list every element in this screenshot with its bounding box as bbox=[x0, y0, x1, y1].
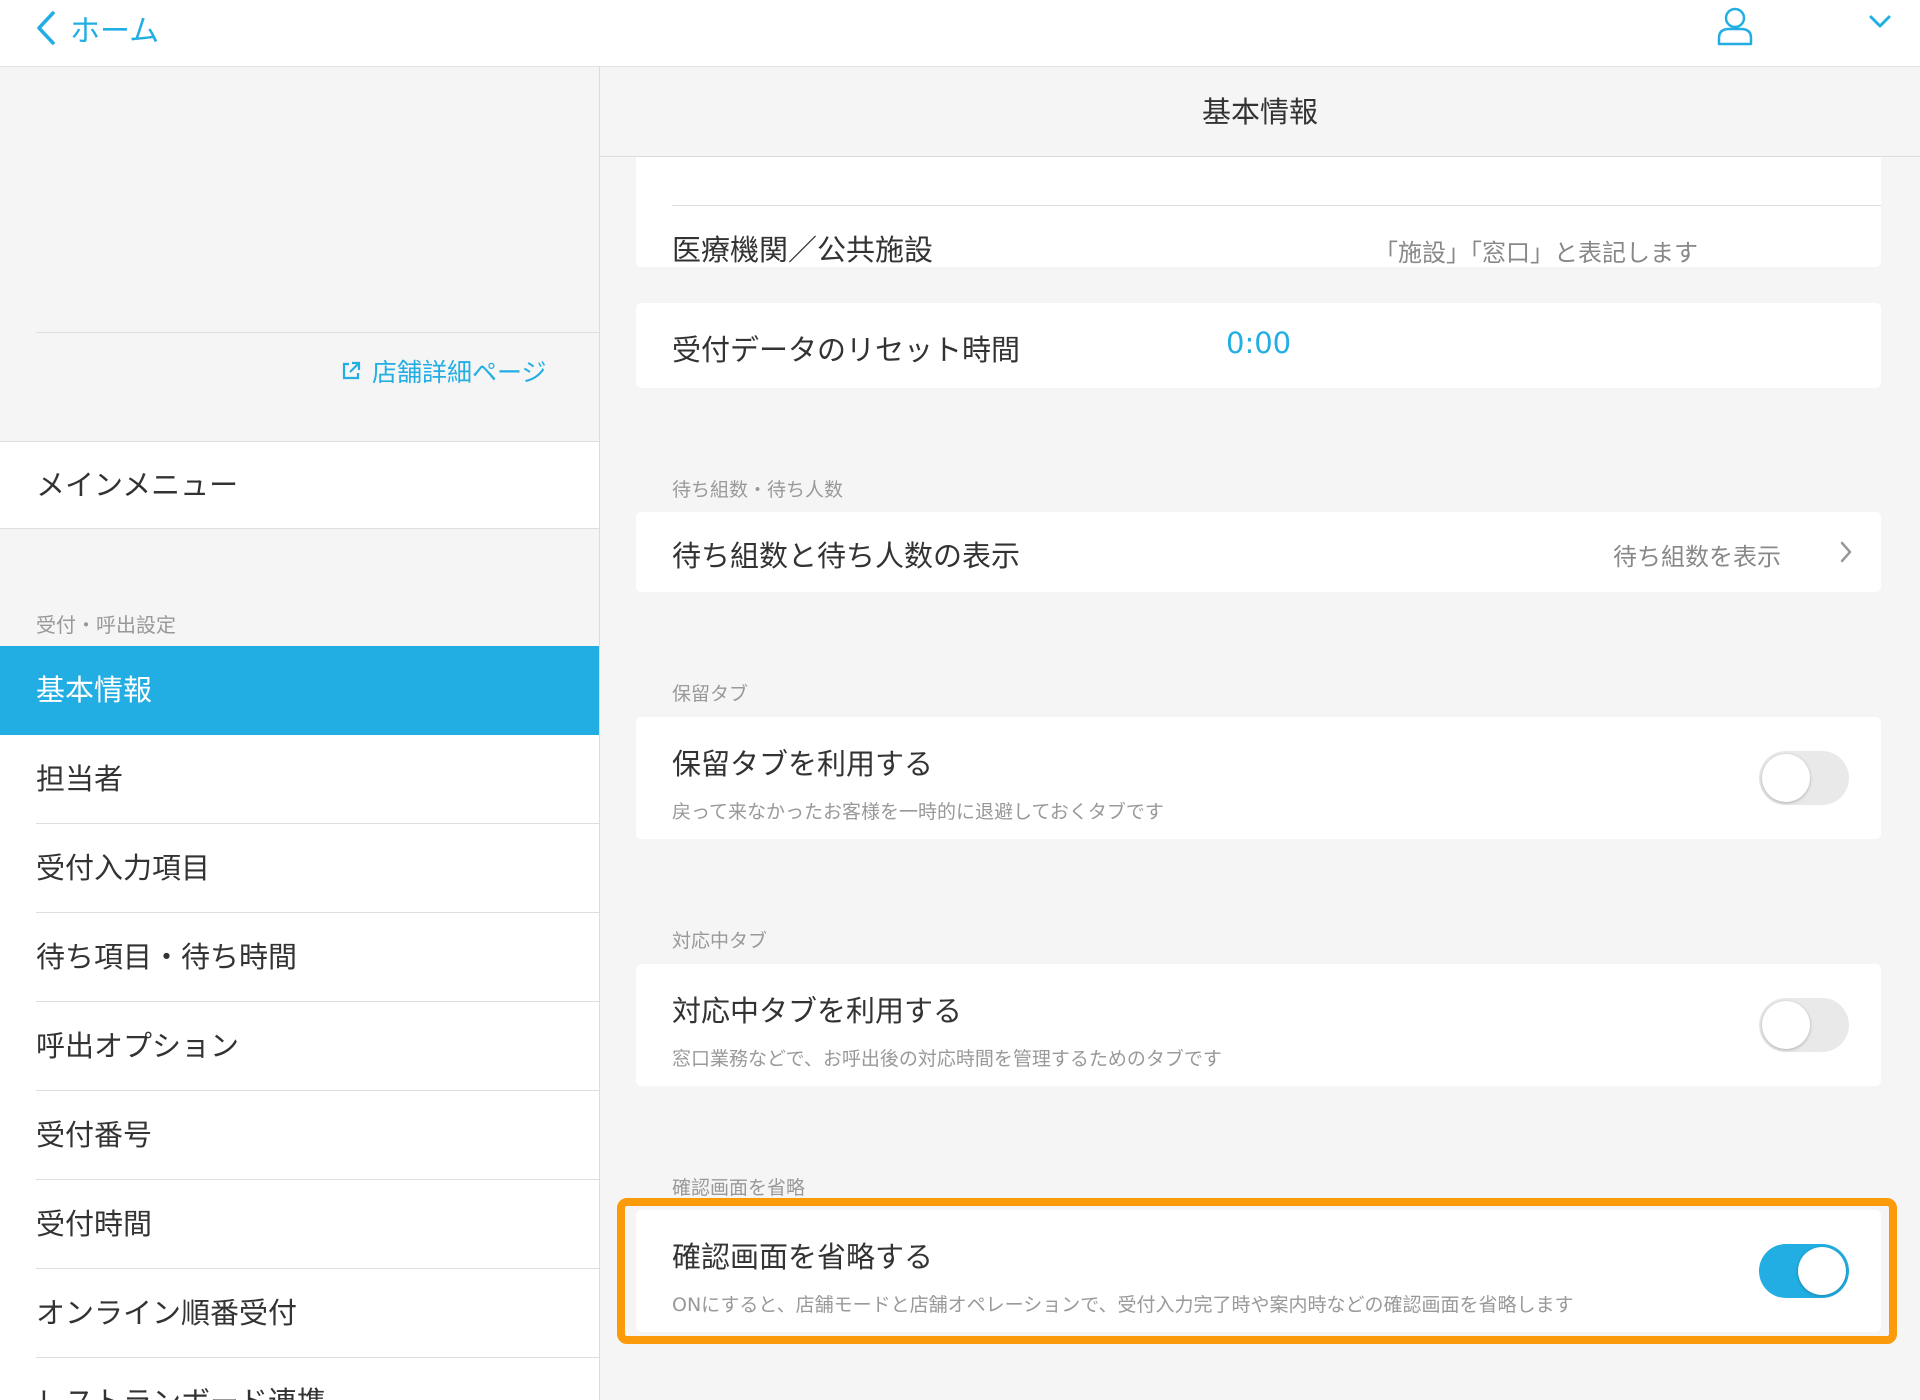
sidebar-list: 基本情報 担当者 受付入力項目 待ち項目・待ち時間 呼出オプション 受付番号 受… bbox=[0, 646, 599, 1400]
chevron-right-icon bbox=[1840, 541, 1852, 563]
skip-confirm-description: ONにすると、店舗モードと店舗オペレーションで、受付入力完了時や案内時などの確認… bbox=[672, 1294, 1574, 1316]
sidebar-item-basic-info[interactable]: 基本情報 bbox=[0, 646, 599, 735]
inprogress-tab-toggle[interactable] bbox=[1759, 998, 1849, 1052]
skip-confirm-section-label: 確認画面を省略 bbox=[672, 1177, 806, 1199]
sidebar-section-label: 受付・呼出設定 bbox=[36, 613, 176, 637]
divider bbox=[672, 205, 1881, 206]
chevron-down-icon[interactable] bbox=[1868, 14, 1892, 30]
back-label: ホーム bbox=[70, 14, 160, 49]
sidebar-item-online-queue[interactable]: オンライン順番受付 bbox=[0, 1269, 599, 1358]
store-detail-link[interactable]: 店舗詳細ページ bbox=[340, 353, 547, 389]
top-bar: ホーム bbox=[0, 0, 1920, 67]
sidebar-item-ticket-number[interactable]: 受付番号 bbox=[0, 1091, 599, 1180]
skip-confirm-card: 確認画面を省略する ONにすると、店舗モードと店舗オペレーションで、受付入力完了… bbox=[636, 1210, 1881, 1332]
sidebar-item-staff[interactable]: 担当者 bbox=[0, 735, 599, 824]
facility-type-value: 「施設」「窓口」と表記します bbox=[1374, 239, 1698, 267]
skip-confirm-title: 確認画面を省略する bbox=[672, 1240, 934, 1274]
waiting-section-label: 待ち組数・待ち人数 bbox=[672, 479, 844, 501]
inprogress-tab-title: 対応中タブを利用する bbox=[672, 994, 963, 1028]
sidebar-item-call-options[interactable]: 呼出オプション bbox=[0, 1002, 599, 1091]
reset-time-card[interactable]: 受付データのリセット時間 0:00 bbox=[636, 303, 1881, 388]
sidebar-item-wait-items[interactable]: 待ち項目・待ち時間 bbox=[0, 913, 599, 1002]
hold-tab-description: 戻って来なかったお客様を一時的に退避しておくタブです bbox=[672, 801, 1164, 823]
page-title: 基本情報 bbox=[600, 67, 1920, 157]
main-menu-item[interactable]: メインメニュー bbox=[0, 441, 599, 529]
hold-tab-toggle[interactable] bbox=[1759, 751, 1849, 805]
sidebar: 店舗詳細ページ メインメニュー 受付・呼出設定 基本情報 担当者 受付入力項目 … bbox=[0, 67, 600, 1400]
toggle-knob bbox=[1762, 1001, 1810, 1049]
user-icon[interactable] bbox=[1716, 6, 1754, 46]
store-detail-label: 店舗詳細ページ bbox=[372, 358, 547, 387]
sidebar-item-reception-hours[interactable]: 受付時間 bbox=[0, 1180, 599, 1269]
waiting-display-value: 待ち組数を表示 bbox=[1613, 543, 1781, 571]
waiting-display-title: 待ち組数と待ち人数の表示 bbox=[672, 539, 1021, 573]
toggle-knob bbox=[1798, 1247, 1846, 1295]
toggle-knob bbox=[1762, 754, 1810, 802]
skip-confirm-toggle[interactable] bbox=[1759, 1244, 1849, 1298]
hold-tab-title: 保留タブを利用する bbox=[672, 747, 934, 781]
reset-time-value[interactable]: 0:00 bbox=[1226, 326, 1291, 360]
chevron-left-icon bbox=[37, 11, 55, 45]
reset-time-title: 受付データのリセット時間 bbox=[672, 333, 1021, 367]
external-link-icon bbox=[342, 361, 361, 380]
sidebar-item-input-fields[interactable]: 受付入力項目 bbox=[0, 824, 599, 913]
facility-type-title: 医療機関／公共施設 bbox=[672, 233, 934, 267]
inprogress-section-label: 対応中タブ bbox=[672, 930, 768, 952]
divider bbox=[36, 332, 599, 333]
settings-content: 基本情報 医療機関／公共施設 「施設」「窓口」と表記します 受付データのリセット… bbox=[600, 67, 1920, 1400]
hold-section-label: 保留タブ bbox=[672, 683, 749, 705]
inprogress-tab-description: 窓口業務などで、お呼出後の対応時間を管理するためのタブです bbox=[672, 1048, 1222, 1070]
sidebar-item-restaurant-board[interactable]: レストランボード連携 bbox=[0, 1358, 599, 1400]
inprogress-tab-card: 対応中タブを利用する 窓口業務などで、お呼出後の対応時間を管理するためのタブです bbox=[636, 964, 1881, 1086]
hold-tab-card: 保留タブを利用する 戻って来なかったお客様を一時的に退避しておくタブです bbox=[636, 717, 1881, 839]
waiting-display-card[interactable]: 待ち組数と待ち人数の表示 待ち組数を表示 bbox=[636, 512, 1881, 592]
back-button[interactable]: ホーム bbox=[36, 6, 159, 50]
